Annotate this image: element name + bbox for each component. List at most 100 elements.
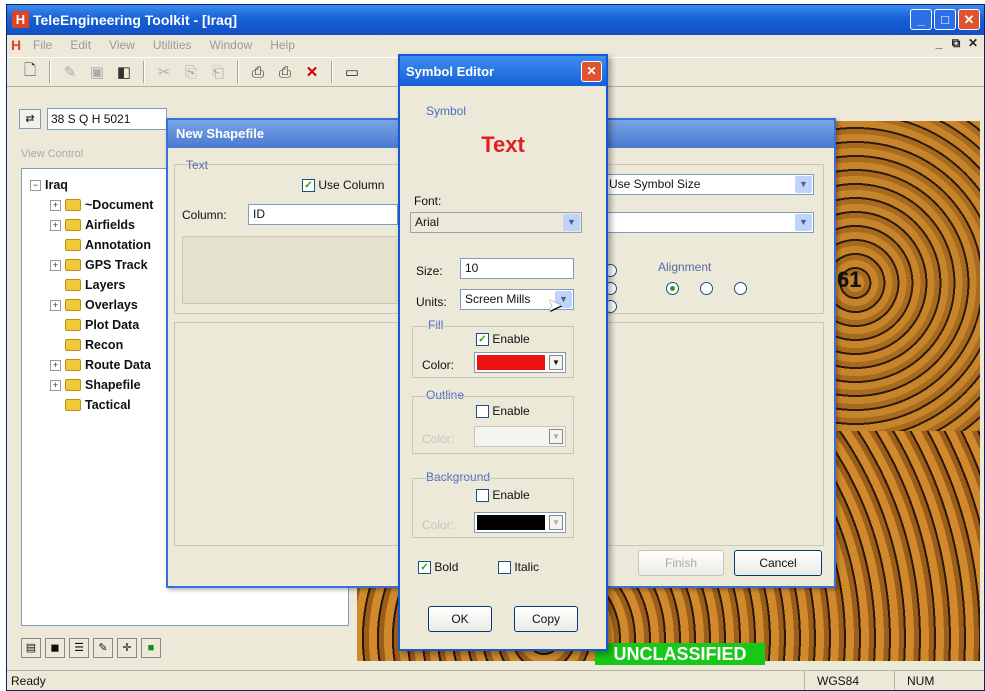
close-button[interactable]: ✕ — [958, 9, 980, 30]
expand-icon[interactable]: + — [50, 259, 61, 271]
background-enable-row[interactable]: Enable — [476, 488, 530, 503]
finish-button[interactable]: Finish — [638, 550, 724, 576]
paste-icon[interactable]: ⎗ — [207, 61, 229, 83]
list-tab-icon[interactable]: ☰ — [69, 638, 89, 658]
save-icon[interactable]: ▣ — [86, 61, 108, 83]
app-icon: H — [12, 11, 29, 28]
goto-icon[interactable]: ⇄ — [19, 109, 41, 129]
draw-tab-icon[interactable]: ✎ — [93, 638, 113, 658]
dropdown-arrow-icon[interactable]: ▼ — [549, 515, 563, 530]
dropdown-arrow-icon[interactable]: ▼ — [549, 355, 563, 370]
expand-icon[interactable]: + — [50, 359, 61, 371]
folder-icon — [65, 399, 81, 411]
italic-row[interactable]: Italic — [498, 560, 539, 575]
folder-tab-icon[interactable]: ▤ — [21, 638, 41, 658]
dropdown-arrow-icon[interactable]: ▼ — [549, 429, 563, 444]
background-color-label: Color: — [422, 518, 455, 532]
tree-item-label: Route Data — [85, 358, 151, 372]
menu-file[interactable]: File — [33, 38, 52, 52]
size-label: Size: — [416, 264, 443, 278]
fill-enable-checkbox[interactable]: ✓ — [476, 333, 489, 347]
use-column-checkbox[interactable]: ✓ — [302, 179, 315, 193]
coordinate-input[interactable]: 38 S Q H 5021 — [47, 108, 167, 130]
ok-button[interactable]: OK — [428, 606, 492, 632]
doc-minimize-button[interactable]: _ — [932, 36, 946, 51]
background-enable-checkbox[interactable] — [476, 489, 489, 503]
cut-icon[interactable]: ✂ — [153, 61, 175, 83]
size-mode-value: Use Symbol Size — [609, 177, 701, 191]
outline-enable-row[interactable]: Enable — [476, 404, 530, 419]
tree-item-label: GPS Track — [85, 258, 148, 272]
outline-color-picker[interactable]: ▼ — [474, 426, 566, 447]
size-mode-select[interactable]: Use Symbol Size ▼ — [604, 174, 814, 195]
doc-restore-button[interactable]: ⧉ — [949, 36, 963, 51]
folder-icon — [65, 279, 81, 291]
font-value: Arial — [415, 215, 440, 229]
window-icon[interactable]: ▭ — [341, 61, 363, 83]
size-input[interactable]: 10 — [460, 258, 574, 279]
menu-view[interactable]: View — [109, 38, 135, 52]
chevron-down-icon[interactable]: ▼ — [563, 214, 580, 231]
column-value: ID — [253, 207, 265, 221]
fill-enable-row[interactable]: ✓ Enable — [476, 332, 530, 347]
copy-button[interactable]: Copy — [514, 606, 578, 632]
fill-color-picker[interactable]: ▼ — [474, 352, 566, 373]
classification-banner: UNCLASSIFIED — [595, 643, 765, 665]
open-icon[interactable]: ✎ — [59, 61, 81, 83]
folder-icon — [65, 259, 81, 271]
cancel-button[interactable]: Cancel — [734, 550, 822, 576]
doc-close-button[interactable]: ✕ — [966, 36, 980, 51]
folder-icon — [65, 319, 81, 331]
font-label: Font: — [414, 194, 442, 208]
align-center-radio[interactable] — [700, 282, 713, 295]
layer-tab-icon[interactable]: ◼ — [45, 638, 65, 658]
collapse-icon[interactable]: − — [30, 179, 41, 191]
fill-color-swatch — [477, 355, 545, 370]
use-column-label: Use Column — [318, 178, 385, 192]
expand-icon[interactable]: + — [50, 199, 61, 211]
tree-item-label: Layers — [85, 278, 126, 292]
move-tab-icon[interactable]: ✛ — [117, 638, 137, 658]
green-tab-icon[interactable]: ■ — [141, 638, 161, 658]
bold-checkbox[interactable]: ✓ — [418, 561, 431, 575]
bold-row[interactable]: ✓ Bold — [418, 560, 458, 575]
tree-item-label: Shapefile — [85, 378, 141, 392]
expand-icon[interactable]: + — [50, 219, 61, 231]
background-color-picker[interactable]: ▼ — [474, 512, 566, 533]
tree-item-label: Annotation — [85, 238, 151, 252]
print-icon[interactable]: ⎙ — [247, 61, 269, 83]
layers-icon[interactable]: ◧ — [113, 61, 135, 83]
use-column-row[interactable]: ✓ Use Column — [302, 178, 385, 193]
chevron-down-icon[interactable]: ▼ — [795, 214, 812, 231]
doc-menu-icon[interactable]: H — [11, 37, 21, 53]
new-icon[interactable]: 🗋 — [19, 61, 41, 83]
outline-color-label: Color: — [422, 432, 455, 446]
italic-checkbox[interactable] — [498, 561, 511, 575]
menu-utilities[interactable]: Utilities — [153, 38, 192, 52]
align-right-radio[interactable] — [734, 282, 747, 295]
print-preview-icon[interactable]: ⎙ — [274, 61, 296, 83]
minimize-button[interactable]: _ — [910, 9, 932, 30]
tree-root-label: Iraq — [45, 178, 68, 192]
outline-enable-checkbox[interactable] — [476, 405, 489, 419]
menu-edit[interactable]: Edit — [70, 38, 91, 52]
text-group-label: Text — [186, 158, 209, 172]
font-select[interactable]: Arial ▼ — [410, 212, 582, 233]
column-select[interactable]: ID — [248, 204, 398, 225]
menu-window[interactable]: Window — [210, 38, 253, 52]
secondary-select[interactable]: ▼ — [604, 212, 814, 233]
expand-icon[interactable]: + — [50, 379, 61, 391]
chevron-down-icon[interactable]: ▼ — [795, 176, 812, 193]
close-icon[interactable]: ✕ — [581, 61, 602, 82]
expand-icon[interactable]: + — [50, 299, 61, 311]
align-left-radio[interactable] — [666, 282, 679, 295]
symbol-preview: Text — [481, 132, 525, 157]
delete-icon[interactable]: ✕ — [301, 61, 323, 83]
copy-icon[interactable]: ⎘ — [180, 61, 202, 83]
menu-help[interactable]: Help — [270, 38, 295, 52]
maximize-button[interactable]: □ — [934, 9, 956, 30]
